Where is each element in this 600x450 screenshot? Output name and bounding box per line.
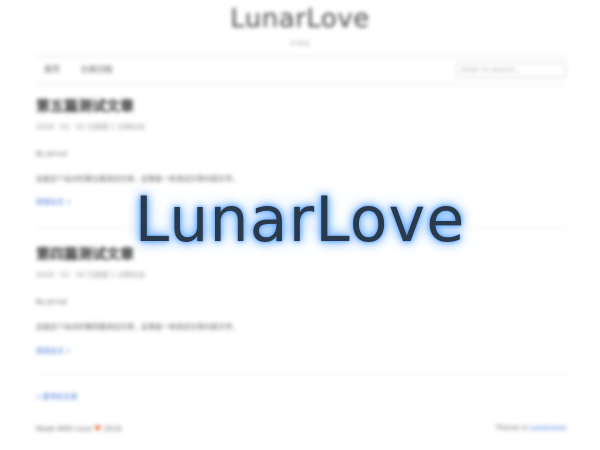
- watermark-logo: LunarLove: [134, 183, 466, 256]
- search-input[interactable]: Enter to search...: [456, 62, 566, 78]
- post-divider: [36, 374, 566, 375]
- post-author: By Jerval: [36, 298, 67, 306]
- main-nav: 首页 分类归档: [44, 64, 131, 75]
- footer-theme-label: Theme is: [495, 424, 530, 432]
- page: LunarLove A blog 首页 分类归档 Enter to search…: [0, 0, 600, 450]
- post-meta: 2018 · 01 · 02 已阅读 1 分钟左右: [36, 271, 146, 279]
- site-title[interactable]: LunarLove: [0, 4, 600, 34]
- read-more-link[interactable]: 阅读全文 »: [36, 346, 71, 356]
- footer-theme-link[interactable]: LunarLove: [530, 424, 566, 432]
- footer-theme: Theme is LunarLove: [420, 424, 566, 432]
- post-title[interactable]: 第五篇测试文章: [36, 96, 134, 116]
- post-author: By Jerval: [36, 150, 67, 158]
- footer-made-with: Made With Love: [36, 425, 92, 433]
- nav-top-divider: [36, 56, 566, 57]
- site-subtitle: A blog: [290, 40, 310, 47]
- heart-icon: ♥: [94, 424, 102, 433]
- footer-credit: Made With Love ♥ 2018: [36, 424, 121, 433]
- post-excerpt: 这是这个站点的第四篇测试文章，这里是一些测试文章内容文字。: [36, 323, 239, 331]
- nav-item-archives[interactable]: 分类归档: [81, 65, 113, 74]
- footer-year: 2018: [103, 425, 122, 433]
- nav-bottom-divider: [36, 84, 566, 85]
- older-posts-link[interactable]: « 更早的文章: [36, 392, 78, 402]
- post-meta: 2018 · 01 · 02 已阅读 1 分钟左右: [36, 123, 146, 131]
- nav-item-home[interactable]: 首页: [44, 65, 60, 74]
